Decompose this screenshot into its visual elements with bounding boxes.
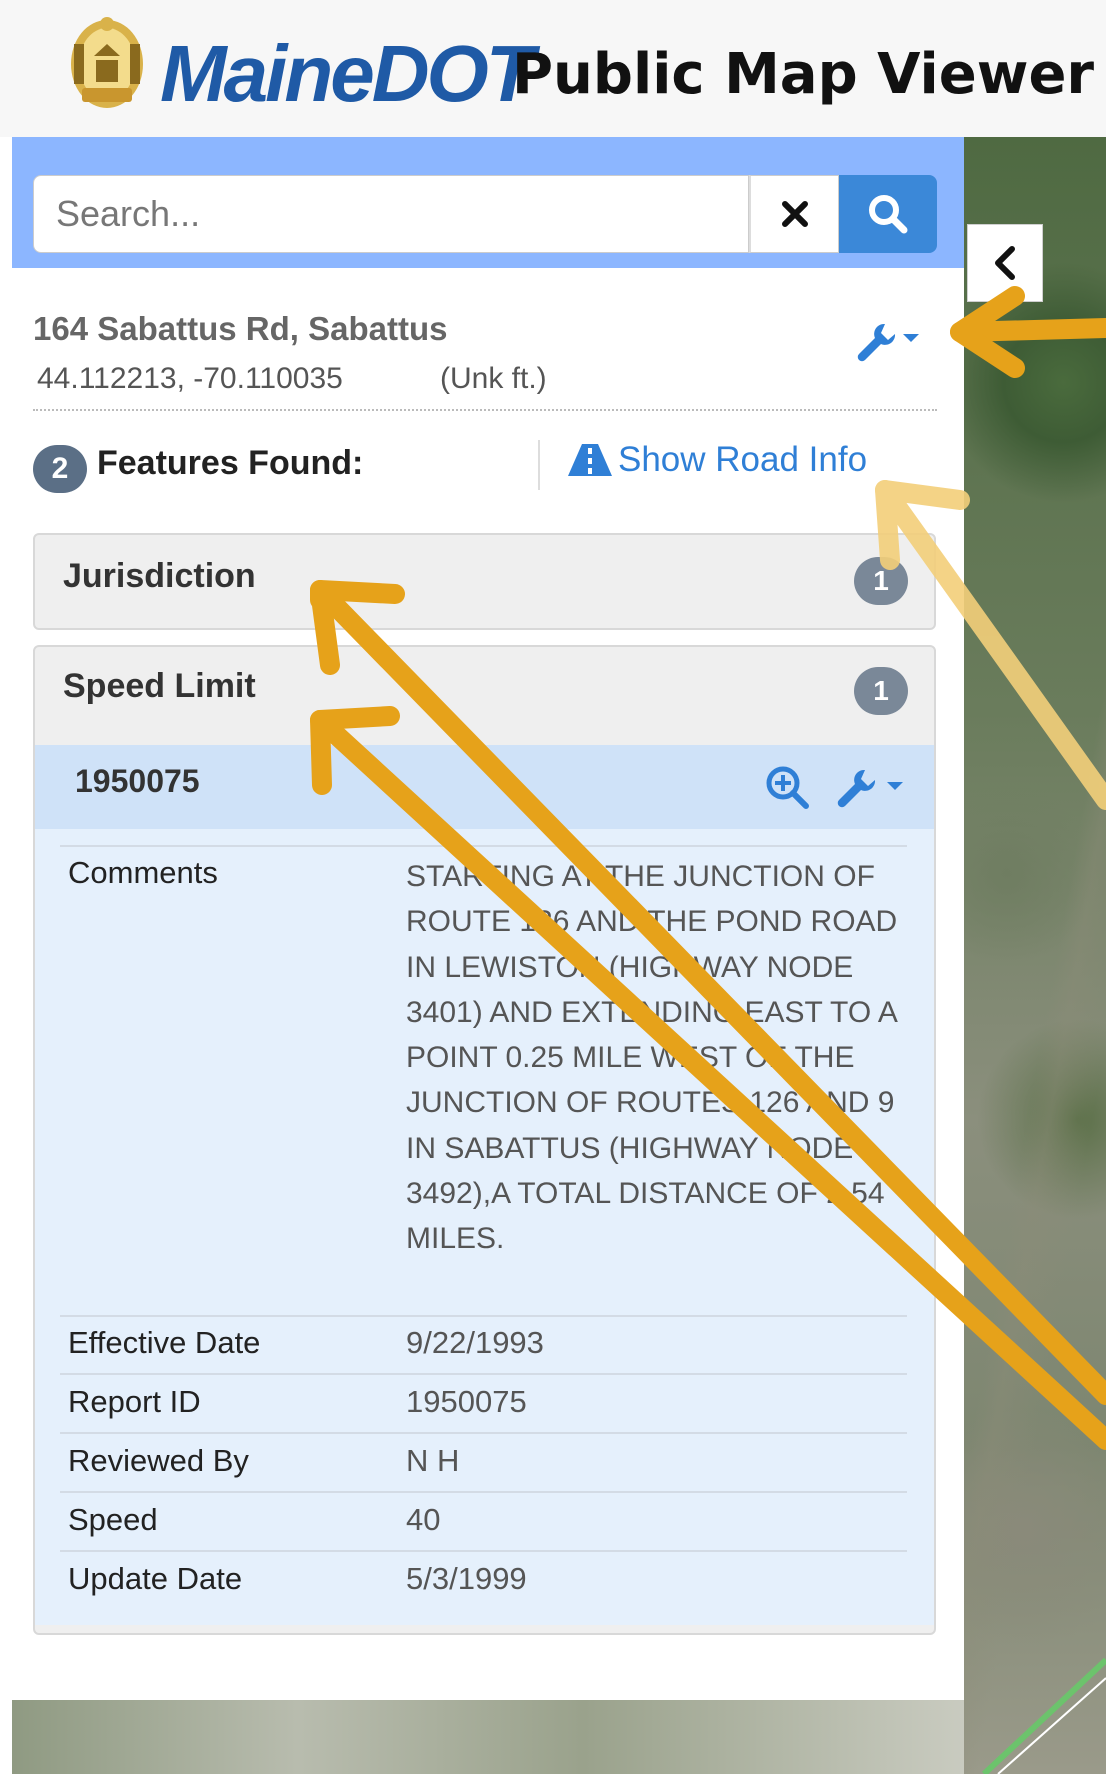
location-coordinates: 44.112213, -70.110035 [37, 362, 343, 395]
collapse-panel-button[interactable] [967, 224, 1043, 302]
features-count-badge: 2 [33, 445, 87, 493]
row-divider [60, 1432, 907, 1434]
map-canvas[interactable] [964, 137, 1106, 1774]
accordion-title: Jurisdiction [63, 557, 256, 595]
divider-vertical [538, 440, 540, 490]
search-button[interactable] [839, 175, 937, 253]
attr-value-update-date: 5/3/1999 [406, 1561, 527, 1596]
map-road-line [981, 1657, 1106, 1774]
app-header: MaineDOT Public Map Viewer [0, 0, 1106, 137]
accordion-count-badge: 1 [854, 667, 908, 715]
attr-label-report-id: Report ID [68, 1384, 201, 1419]
attr-value-report-id: 1950075 [406, 1384, 527, 1419]
chevron-left-icon [995, 246, 1015, 280]
attr-label-effective-date: Effective Date [68, 1325, 261, 1360]
search-input[interactable] [33, 175, 749, 253]
row-divider [60, 1550, 907, 1552]
features-found-label: Features Found: [97, 444, 364, 482]
accordion-jurisdiction[interactable]: Jurisdiction 1 [33, 533, 936, 630]
row-divider [60, 1491, 907, 1493]
maine-seal-icon [71, 17, 143, 108]
attr-value-speed: 40 [406, 1502, 441, 1537]
location-address: 164 Sabattus Rd, Sabattus [33, 310, 448, 347]
divider [33, 409, 937, 411]
row-divider [60, 1373, 907, 1375]
row-divider [60, 845, 907, 847]
road-icon [568, 444, 612, 476]
attr-value-effective-date: 9/22/1993 [406, 1325, 544, 1360]
show-road-info-link[interactable]: Show Road Info [568, 440, 867, 480]
page-title: Public Map Viewer [512, 42, 1095, 107]
attr-value-comments: STARTING AT THE JUNCTION OF ROUTE 126 AN… [406, 860, 898, 1256]
feature-id: 1950075 [75, 763, 200, 799]
zoom-to-feature-icon[interactable] [764, 764, 810, 810]
close-icon [781, 201, 808, 227]
clear-search-button[interactable] [749, 175, 839, 253]
feature-tools-wrench-icon[interactable] [833, 764, 911, 810]
attr-label-speed: Speed [68, 1502, 158, 1537]
location-tools-wrench-icon[interactable] [855, 318, 923, 362]
show-road-info-label: Show Road Info [618, 440, 868, 479]
search-icon [869, 195, 908, 234]
location-elevation: (Unk ft.) [440, 362, 547, 395]
row-divider [60, 1315, 907, 1317]
attr-value-reviewed-by: N H [406, 1443, 460, 1478]
map-canvas-bottom[interactable] [12, 1700, 964, 1774]
attr-label-reviewed-by: Reviewed By [68, 1443, 249, 1478]
attr-label-comments: Comments [68, 855, 218, 890]
accordion-count-badge: 1 [854, 557, 908, 605]
attr-label-update-date: Update Date [68, 1561, 243, 1596]
brand-logo-text: MaineDOT [160, 29, 535, 118]
accordion-title: Speed Limit [63, 667, 256, 705]
